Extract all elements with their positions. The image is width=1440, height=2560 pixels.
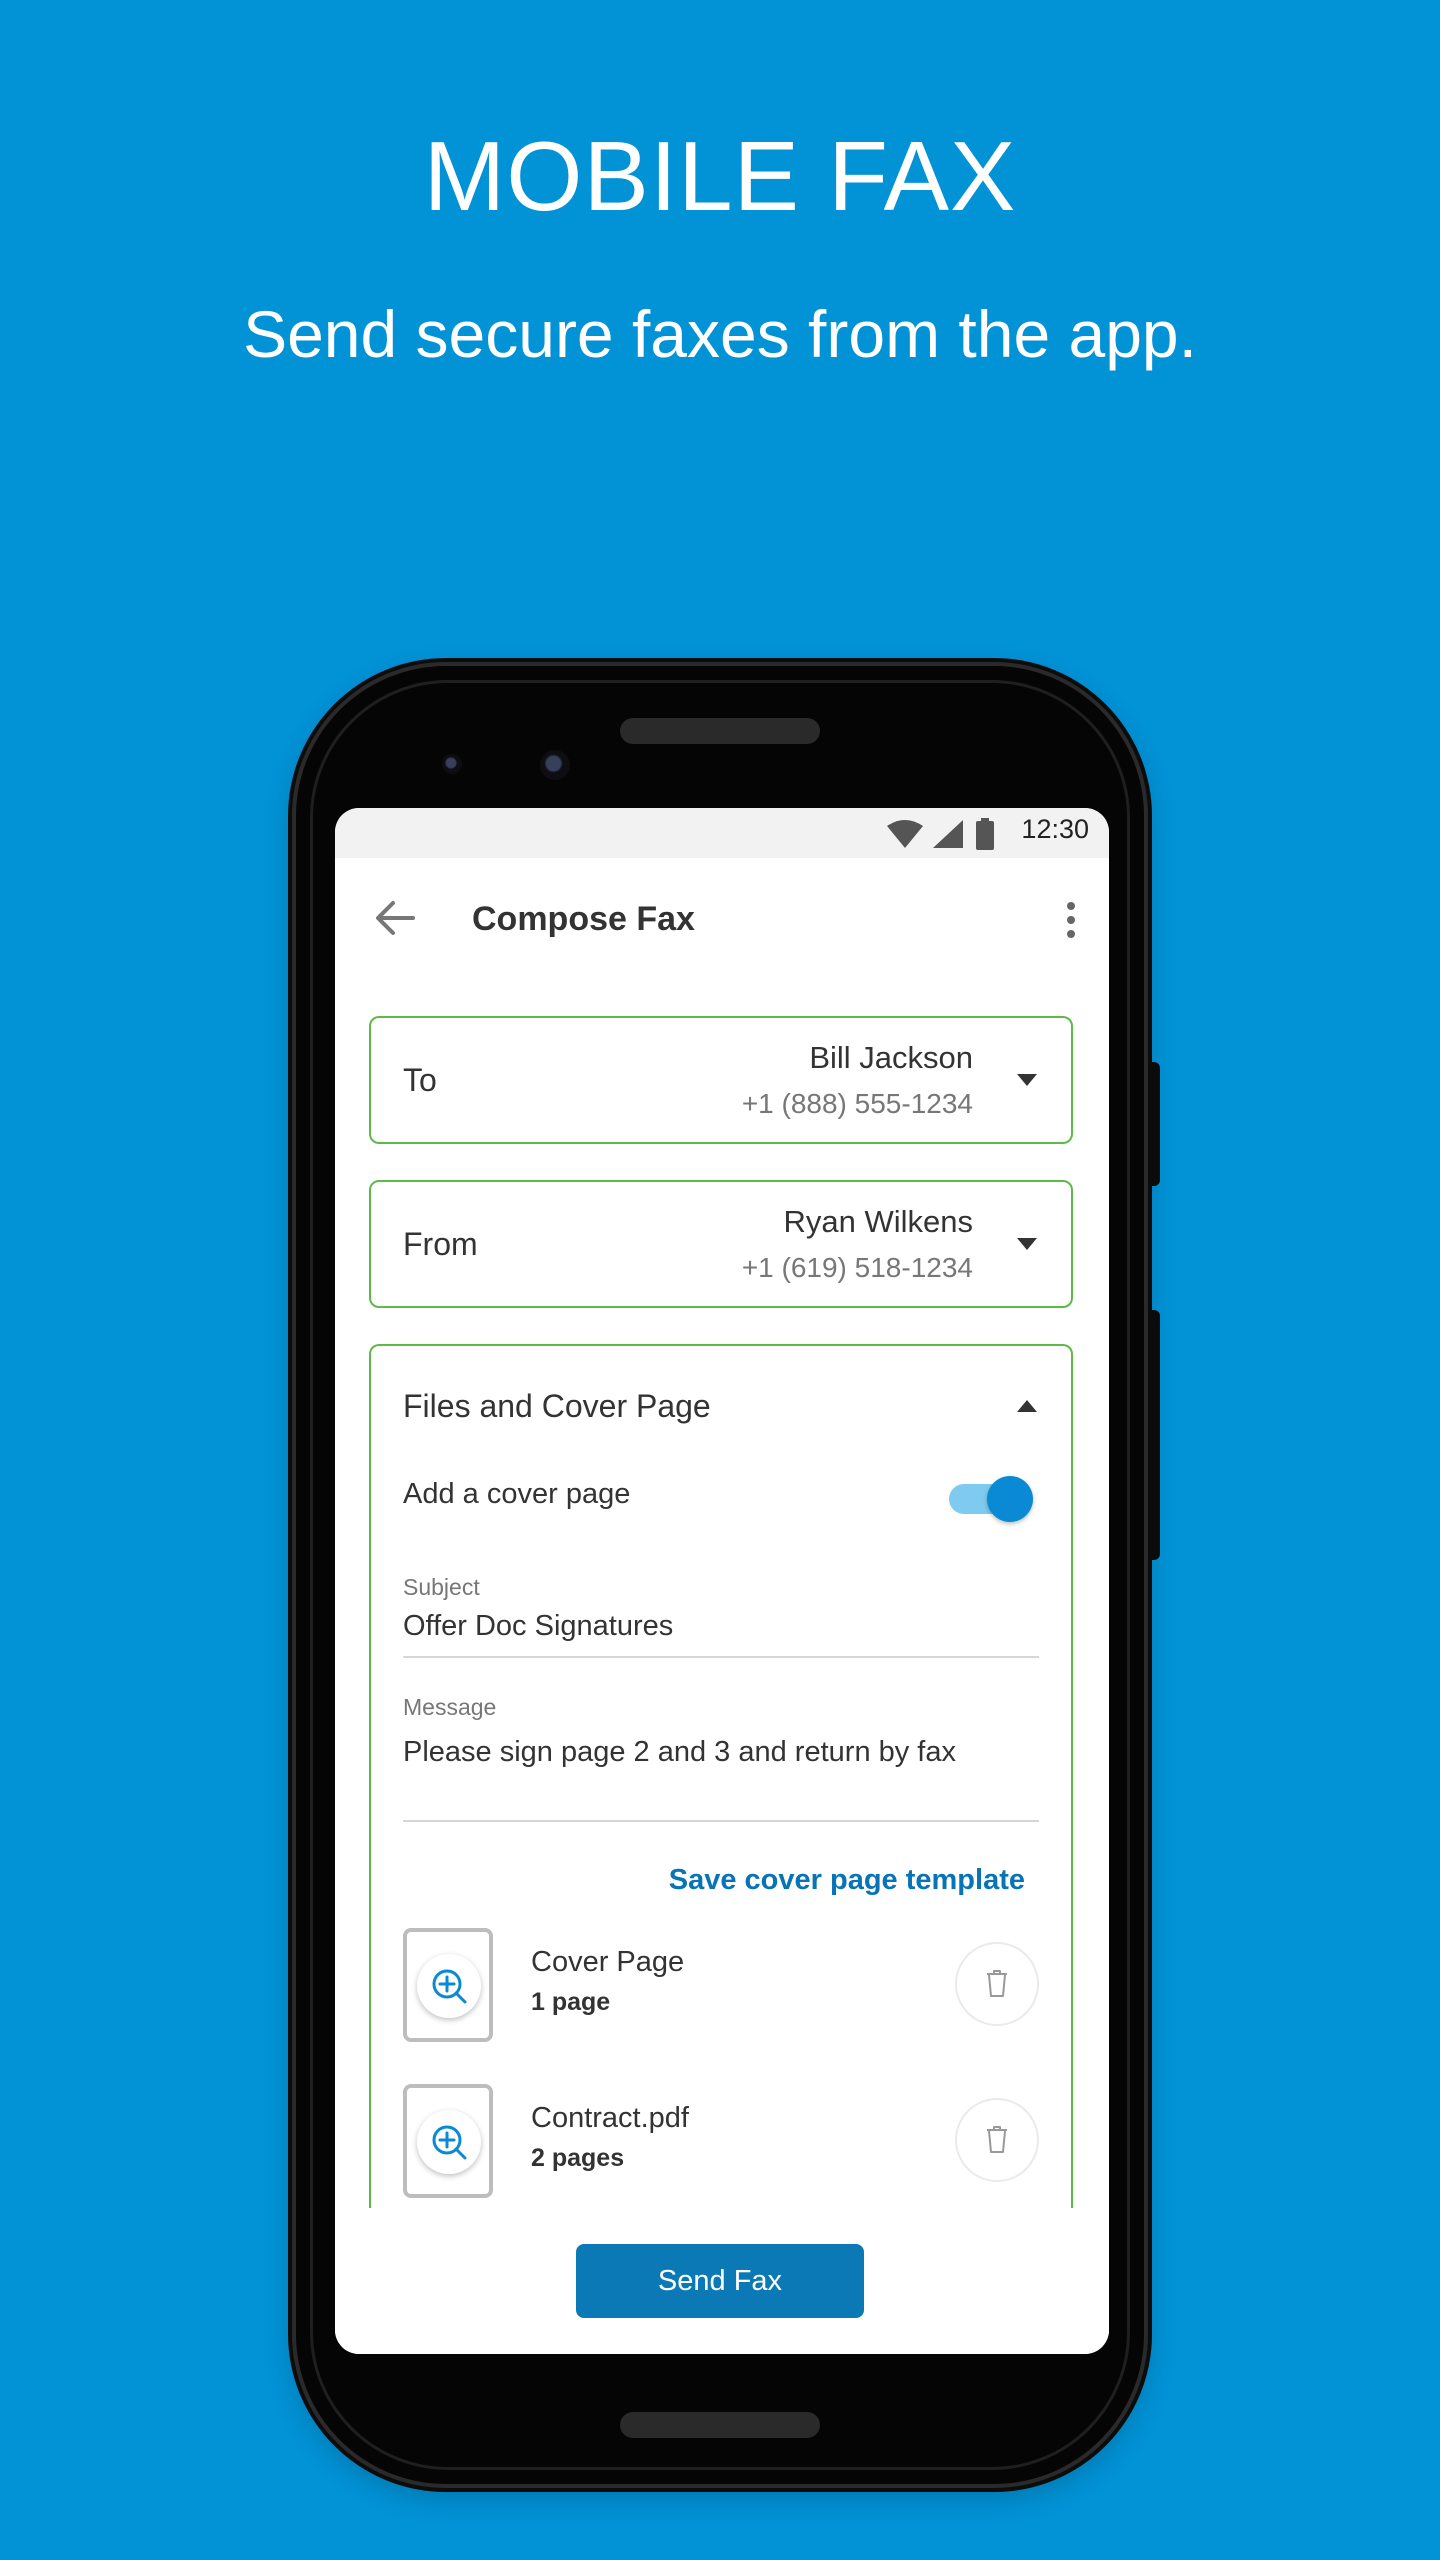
status-bar: 12:30 [335, 808, 1109, 858]
file-name: Cover Page [531, 1946, 685, 1978]
to-recipient-card[interactable]: To Bill Jackson +1 (888) 555-1234 [369, 1016, 1073, 1144]
from-number: +1 (619) 518-1234 [741, 1252, 973, 1283]
cover-toggle-label: Add a cover page [403, 1478, 631, 1510]
to-name: Bill Jackson [809, 1040, 973, 1075]
signal-icon [933, 820, 963, 848]
file-thumbnail[interactable] [403, 1928, 493, 2042]
from-name: Ryan Wilkens [783, 1204, 974, 1239]
from-label: From [403, 1226, 478, 1262]
delete-file-button[interactable] [955, 1942, 1039, 2026]
save-cover-template-link[interactable]: Save cover page template [669, 1864, 1025, 1897]
app-bar: Compose Fax [335, 858, 1109, 978]
message-label: Message [403, 1694, 497, 1720]
file-pages: 1 page [531, 1988, 611, 2016]
cover-page-toggle-knob[interactable] [987, 1476, 1033, 1522]
front-camera [540, 750, 570, 780]
back-arrow-icon[interactable] [373, 896, 417, 940]
wifi-icon [887, 820, 923, 848]
files-section-title[interactable]: Files and Cover Page [403, 1388, 711, 1425]
power-button [1148, 1062, 1160, 1186]
status-time: 12:30 [1021, 814, 1089, 844]
message-underline [403, 1820, 1039, 1822]
subject-label: Subject [403, 1574, 480, 1600]
chevron-down-icon[interactable] [1017, 1074, 1037, 1086]
message-input[interactable]: Please sign page 2 and 3 and return by f… [403, 1736, 956, 1769]
trash-icon [987, 2126, 1007, 2153]
to-number: +1 (888) 555-1234 [741, 1088, 973, 1119]
send-fax-button[interactable]: Send Fax [576, 2244, 864, 2318]
from-sender-card[interactable]: From Ryan Wilkens +1 (619) 518-1234 [369, 1180, 1073, 1308]
files-cover-page-card: Files and Cover Page Add a cover page Su… [369, 1344, 1073, 2244]
zoom-in-icon[interactable] [417, 2110, 481, 2174]
chevron-down-icon[interactable] [1017, 1238, 1037, 1250]
file-pages: 2 pages [531, 2144, 625, 2172]
more-vert-icon[interactable] [1061, 900, 1081, 940]
promo-subheadline: Send secure faxes from the app. [243, 297, 1197, 371]
subject-underline [403, 1656, 1039, 1658]
file-name: Contract.pdf [531, 2102, 689, 2134]
file-thumbnail[interactable] [403, 2084, 493, 2198]
delete-file-button[interactable] [955, 2098, 1039, 2182]
front-sensor [442, 754, 462, 774]
chevron-up-icon[interactable] [1017, 1400, 1037, 1412]
trash-icon [987, 1970, 1007, 1997]
bottom-speaker [620, 2412, 820, 2438]
phone-screen: 12:30 Compose Fax To Bill Jackson +1 (88… [335, 808, 1109, 2354]
phone-frame: 12:30 Compose Fax To Bill Jackson +1 (88… [296, 666, 1160, 2484]
volume-button [1148, 1310, 1160, 1560]
promo-headline: MOBILE FAX [423, 121, 1017, 231]
subject-input[interactable]: Offer Doc Signatures [403, 1610, 673, 1643]
page-title: Compose Fax [472, 900, 695, 938]
battery-icon [976, 818, 994, 850]
zoom-in-icon[interactable] [417, 1954, 481, 2018]
earpiece-speaker [620, 718, 820, 744]
to-label: To [403, 1062, 437, 1098]
